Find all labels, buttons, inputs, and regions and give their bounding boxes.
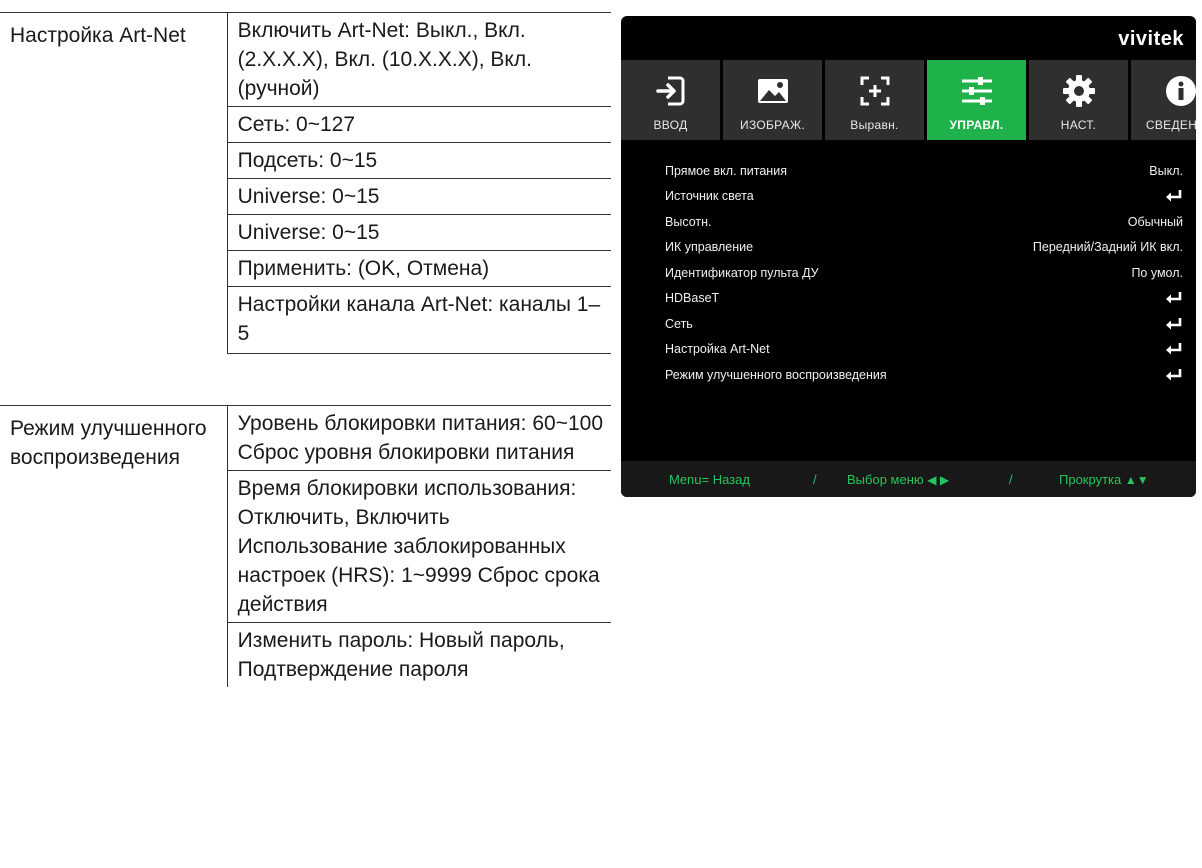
menu-item-label: Прямое вкл. питания <box>665 163 787 178</box>
menu-item-art-net[interactable]: Настройка Art-Net <box>665 337 1183 363</box>
footer-select-hint: Выбор меню ◀ ▶ <box>847 472 949 487</box>
projector-osd: vivitek ВВОД ИЗОБРАЖ. Выравн. УПРАВЛ. НА… <box>621 16 1196 497</box>
menu-item-value: Обычный <box>1127 214 1183 229</box>
control-menu: Прямое вкл. питания Выкл. Источник света… <box>665 158 1183 388</box>
row-values: Включить Art-Net: Выкл., Вкл. (2.X.X.X),… <box>226 13 611 354</box>
table-cell: Время блокировки использования: Отключит… <box>227 471 611 623</box>
enter-icon <box>1165 342 1183 356</box>
tab-label: НАСТ. <box>1060 118 1097 132</box>
table-cell: Изменить пароль: Новый пароль, Подтвержд… <box>237 629 565 681</box>
table-cell: Настройки канала Art-Net: каналы 1–5 <box>237 293 601 345</box>
tab-image[interactable]: ИЗОБРАЖ. <box>723 60 822 140</box>
alignment-icon <box>860 76 889 106</box>
menu-item-value: Выкл. <box>1149 163 1183 178</box>
menu-item-label: Режим улучшенного воспроизведения <box>665 367 887 382</box>
footer-separator: / <box>1009 471 1013 487</box>
info-icon <box>1165 76 1196 106</box>
row-label: Режим улучшенного воспроизведения <box>10 417 207 469</box>
table-cell: Уровень блокировки питания: 60~100 Сброс… <box>227 406 611 471</box>
footer-separator: / <box>813 471 817 487</box>
sliders-icon <box>961 77 992 105</box>
input-icon <box>655 76 684 106</box>
image-icon <box>757 79 788 103</box>
tab-label: УПРАВЛ. <box>949 118 1004 132</box>
menu-item-label: Идентификатор пульта ДУ <box>665 265 819 280</box>
row-label: Настройка Art-Net <box>10 24 186 47</box>
tab-input[interactable]: ВВОД <box>621 60 720 140</box>
table-cell: Применить: (OK, Отмена) <box>227 251 611 287</box>
menu-item-label: HDBaseT <box>665 291 720 306</box>
art-net-settings-table: Настройка Art-Net Включить Art-Net: Выкл… <box>0 12 611 354</box>
table-row: Режим улучшенного воспроизведения Уровен… <box>0 405 611 687</box>
enter-icon <box>1165 368 1183 382</box>
row-values: Уровень блокировки питания: 60~100 Сброс… <box>226 406 611 687</box>
table-cell: Сеть: 0~127 <box>227 107 611 143</box>
table-cell: Подсеть: 0~15 <box>227 143 611 179</box>
footer-back-hint: Menu= Назад <box>669 471 750 487</box>
osd-footer: Menu= Назад / Выбор меню ◀ ▶ / Прокрутка… <box>621 461 1196 497</box>
menu-item-value: Передний/Задний ИК вкл. <box>1032 240 1183 255</box>
menu-item-label: Настройка Art-Net <box>665 342 770 357</box>
table-row: Настройка Art-Net Включить Art-Net: Выкл… <box>0 12 611 354</box>
tab-settings[interactable]: НАСТ. <box>1029 60 1128 140</box>
enter-icon <box>1165 317 1183 331</box>
menu-item-label: ИК управление <box>665 240 754 255</box>
footer-scroll-hint: Прокрутка ▲▼ <box>1059 472 1149 487</box>
menu-item-network[interactable]: Сеть <box>665 311 1183 337</box>
up-down-arrows-icon: ▲▼ <box>1124 472 1149 487</box>
menu-item-hdbaset[interactable]: HDBaseT <box>665 286 1183 312</box>
tab-alignment[interactable]: Выравн. <box>825 60 924 140</box>
menu-item-label: Сеть <box>665 316 693 331</box>
tab-label: СВЕДЕНИЯ <box>1145 118 1196 132</box>
menu-item-light-source[interactable]: Источник света <box>665 184 1183 210</box>
menu-item-altitude[interactable]: Высотн. Обычный <box>665 209 1183 235</box>
footer-scroll-label: Прокрутка <box>1059 471 1122 487</box>
menu-item-value: По умол. <box>1131 265 1183 280</box>
menu-item-label: Источник света <box>665 189 754 204</box>
left-right-arrows-icon: ◀ ▶ <box>927 472 950 487</box>
footer-select-label: Выбор меню <box>847 471 924 487</box>
menu-tabs: ВВОД ИЗОБРАЖ. Выравн. УПРАВЛ. НАСТ. СВЕД… <box>621 60 1196 140</box>
brand-logo: vivitek <box>1118 28 1184 50</box>
table-cell: Universe: 0~15 <box>227 179 611 215</box>
enter-icon <box>1165 189 1183 203</box>
enter-icon <box>1165 291 1183 305</box>
tab-label: Выравн. <box>850 118 899 132</box>
enhanced-playback-table: Режим улучшенного воспроизведения Уровен… <box>0 405 611 687</box>
tab-control[interactable]: УПРАВЛ. <box>927 60 1026 140</box>
tab-label: ВВОД <box>653 118 688 132</box>
table-cell: Включить Art-Net: Выкл., Вкл. (2.X.X.X),… <box>227 13 611 107</box>
gear-icon <box>1062 75 1095 107</box>
tab-info[interactable]: СВЕДЕНИЯ <box>1131 60 1196 140</box>
menu-item-remote-id[interactable]: Идентификатор пульта ДУ По умол. <box>665 260 1183 286</box>
menu-item-direct-power-on[interactable]: Прямое вкл. питания Выкл. <box>665 158 1183 184</box>
menu-item-enhanced-playback[interactable]: Режим улучшенного воспроизведения <box>665 362 1183 388</box>
tab-label: ИЗОБРАЖ. <box>740 118 805 132</box>
menu-item-label: Высотн. <box>665 214 712 229</box>
menu-item-ir-control[interactable]: ИК управление Передний/Задний ИК вкл. <box>665 235 1183 261</box>
table-cell: Universe: 0~15 <box>227 215 611 251</box>
